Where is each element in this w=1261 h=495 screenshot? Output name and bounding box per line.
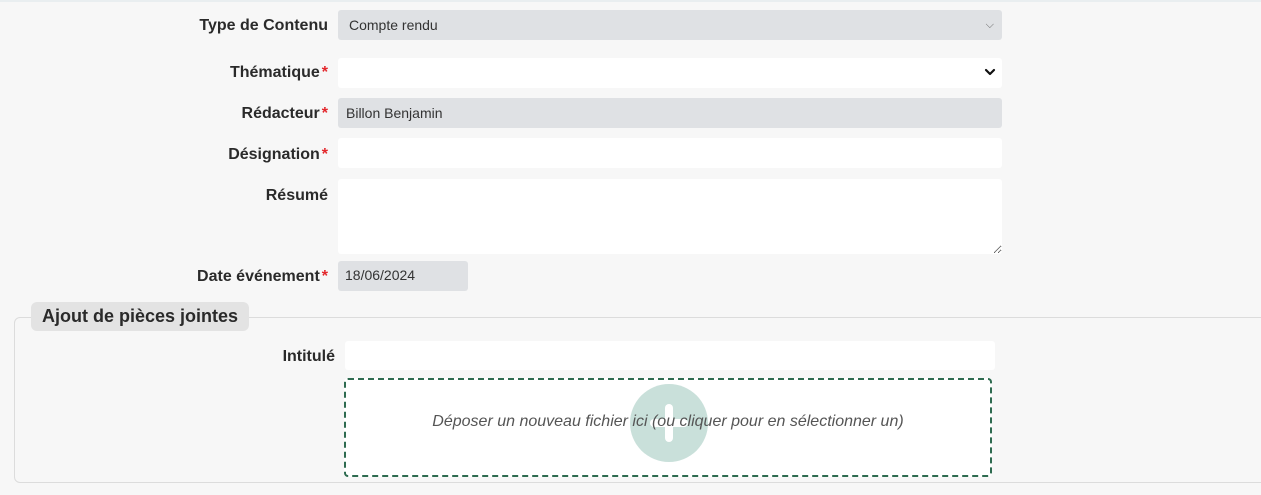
label-redacteur: Rédacteur * <box>242 105 328 123</box>
label-type-contenu: Type de Contenu <box>199 17 328 34</box>
designation-input[interactable] <box>338 138 1002 168</box>
required-mark: * <box>321 268 328 285</box>
chevron-down-icon <box>984 68 996 76</box>
label-thematique-text: Thématique <box>229 64 320 81</box>
label-intitule: Intitulé <box>282 348 335 365</box>
attachments-legend: Ajout de pièces jointes <box>31 302 250 331</box>
redacteur-value: Billon Benjamin <box>346 105 443 121</box>
label-resume: Résumé <box>265 187 328 204</box>
required-mark: * <box>321 105 328 122</box>
label-designation-text: Désignation <box>228 146 320 163</box>
required-mark: * <box>321 146 328 163</box>
thematique-select[interactable] <box>338 58 1002 88</box>
type-contenu-select[interactable]: Compte rendu ⌵ <box>338 10 1002 40</box>
label-designation: Désignation * <box>228 146 328 164</box>
top-divider <box>0 0 1261 2</box>
label-redacteur-text: Rédacteur <box>241 105 320 122</box>
label-date-evenement: Date événement * <box>197 268 328 286</box>
label-date-evenement-text: Date événement <box>197 268 320 285</box>
intitule-input[interactable] <box>345 341 995 370</box>
date-evenement-input[interactable]: 18/06/2024 <box>338 261 468 291</box>
type-contenu-value: Compte rendu <box>349 17 438 33</box>
required-mark: * <box>321 64 328 81</box>
redacteur-field: Billon Benjamin <box>338 98 1002 128</box>
date-evenement-value: 18/06/2024 <box>345 267 416 283</box>
chevron-down-icon: ⌵ <box>985 19 994 31</box>
label-thematique: Thématique * <box>230 64 328 82</box>
resume-textarea[interactable] <box>338 179 1002 254</box>
file-dropzone[interactable]: Déposer un nouveau fichier ici (ou cliqu… <box>344 378 992 477</box>
dropzone-text: Déposer un nouveau fichier ici (ou cliqu… <box>432 413 904 430</box>
